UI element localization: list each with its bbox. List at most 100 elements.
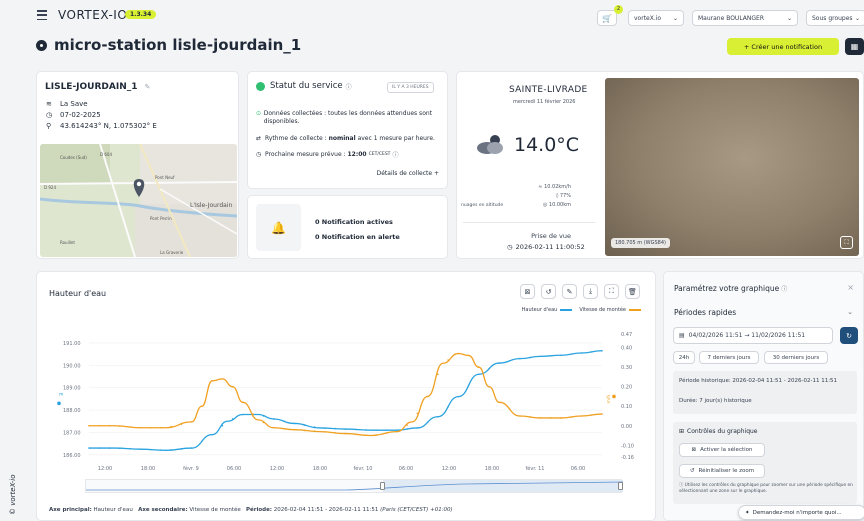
status-dot-icon [256,81,265,91]
edit-icon[interactable]: ✎ [145,83,151,91]
y-right-tick: -0.16 [621,455,634,461]
coordinates: 43.614243° N, 1.075302° E [60,122,157,130]
activate-selection-button[interactable]: ⊠ Activer la sélection [679,443,765,457]
cloud-svg [477,135,503,154]
selection-icon: ⊠ [691,447,697,453]
user-select[interactable]: Maurane BOULANGER ⌄ [692,10,798,26]
close-icon[interactable]: × [847,283,854,292]
x-tick: 12:00 [442,466,456,472]
series-point-2 [180,423,183,425]
controls-hint: ⓘ Utilisez les contrôles du graphique po… [679,483,854,495]
navigator-handle-left[interactable] [380,482,385,490]
series-point-2 [488,385,490,388]
footer-axis1-label: Axe principal: [49,507,92,513]
period-24h-button[interactable]: 24h [673,351,695,364]
navigator-handle-right[interactable] [618,482,623,490]
series-point-2 [118,425,121,427]
series-point-1 [375,429,378,431]
series-point-1 [129,447,131,450]
info-icon[interactable]: ⓘ [781,284,787,293]
series-point-1 [293,422,296,425]
legend-marker-1 [560,309,573,311]
groups-select[interactable]: Sous groupes ⌄ [806,10,864,26]
legend-label-2[interactable]: Vitesse de montée [579,307,626,313]
series-point-2 [549,417,552,419]
altitude-badge: 180.705 m (WGS84) [611,238,670,248]
series-point-2 [262,421,265,424]
station-photo[interactable]: 180.705 m (WGS84) ⛶ [605,78,859,256]
visibility: ◎ 10.00km [543,202,571,208]
date-range-field[interactable]: ▤ 04/02/2026 11:51 → 11/02/2026 11:51 [673,327,833,344]
x-tick: févr. 10 [354,465,373,472]
chart-navigator[interactable] [85,479,623,493]
map-label: Pont Neuf [155,175,175,180]
create-notification-button[interactable]: + Créer une notification [727,38,839,55]
info-icon[interactable]: ⓘ [346,82,352,91]
selection-icon: ⊠ [524,287,531,296]
info-icon[interactable]: ⓘ [392,150,398,159]
series-point-1 [549,355,552,357]
logo[interactable]: VORTEX-IO [58,8,127,22]
download-button[interactable]: ⤓ [583,284,598,299]
cart-button[interactable]: 🛒 [597,10,617,26]
series-point-1 [590,351,593,353]
period-30d-button[interactable]: 30 derniers jours [764,351,828,364]
footer-axis2: Vitesse de montée [189,507,241,513]
series-point-1 [406,428,408,430]
series-point-1 [354,428,357,431]
fullscreen-icon[interactable]: ⛶ [840,236,853,249]
period-7d-button[interactable]: 7 derniers jours [699,351,759,364]
x-tick: févr. 9 [183,465,199,472]
series-point-2 [365,434,367,436]
cloud-label: nuages en altitude [461,203,504,208]
y-left-tick: 191.00 [63,341,81,347]
left-axis-marker [57,401,61,406]
series-point-1 [539,355,542,358]
refresh-range-button[interactable]: ↻ [840,327,858,344]
chart-plot[interactable]: 191.00 190.00 189.00 188.00 187.00 186.00 0.47… [37,322,657,472]
series-point-1 [303,424,306,427]
series-point-1 [447,405,449,408]
rhythm-suffix: avec 1 mesure par heure. [355,135,435,142]
series-point-1 [498,362,501,364]
quick-periods-label[interactable]: Périodes rapides [674,308,736,317]
legend-label-1[interactable]: Hauteur d'eau [522,307,558,313]
undo-button[interactable]: ↺ [541,284,556,299]
series-point-2 [478,366,480,368]
series-point-2 [149,426,152,429]
y-right-label: m/h [606,395,612,404]
ask-assistant-button[interactable]: ✦ Demandez-moi n'importe quoi... [738,505,864,520]
series-point-2 [354,433,357,436]
series-point-1 [313,426,316,428]
footer-axis2-label: Axe secondaire: [138,507,188,513]
org-select[interactable]: vorteX.io ⌄ [628,10,684,26]
watermark: © vorteX-io [9,474,17,516]
series-point-2 [231,385,234,388]
edit-button[interactable]: ✎ [562,284,577,299]
reset-zoom-button[interactable]: ↺ Réinitialiser le zoom [679,464,765,478]
sparkle-icon: ✦ [745,509,750,516]
location-map[interactable]: D 604 Pont Neuf L'Isle-Jourdain D 924 Po… [40,144,237,257]
fullscreen-button[interactable]: ⛶ [604,284,619,299]
series-point-1 [426,421,429,424]
export-button[interactable]: ▦ [845,38,864,55]
menu-icon[interactable] [36,10,48,20]
chevron-down-icon[interactable]: ⌄ [847,308,853,316]
series-point-1 [416,427,419,429]
bell-box: 🔔 [256,204,301,251]
cart-icon: 🛒 [602,13,612,23]
selection-tool-button[interactable]: ⊠ [520,284,535,299]
series-point-1 [139,448,142,450]
series-point-2 [519,415,521,417]
map-label: Pont Perrin [150,216,172,221]
delete-button[interactable]: 🗑 [625,284,640,299]
rhythm-value: nominal [328,135,356,142]
series-point-2 [601,413,603,415]
collection-details-link[interactable]: Détails de collecte + [377,170,439,177]
bell-icon: 🔔 [271,220,286,235]
series-point-2 [570,416,573,418]
y-right-tick: 0.40 [621,346,632,352]
refresh-icon: ⇄ [256,135,262,142]
series-point-2 [529,416,531,418]
series-point-1 [88,447,90,449]
